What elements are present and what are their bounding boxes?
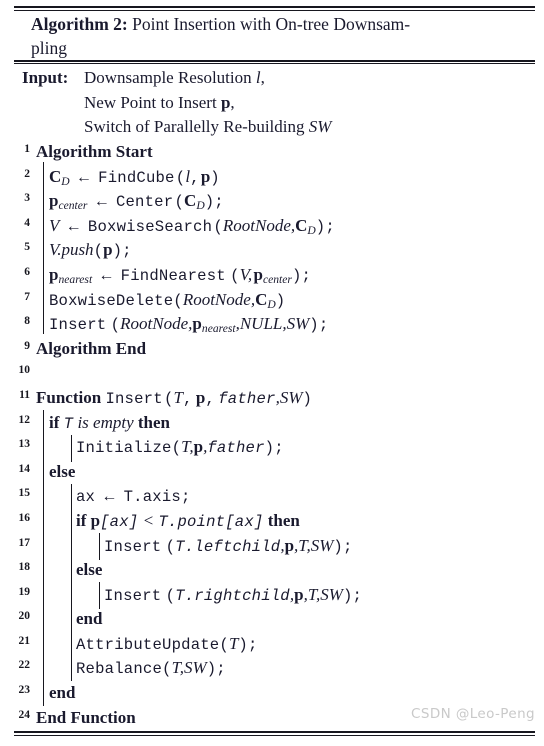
line-content: else: [49, 461, 76, 481]
line-content: Algorithm End: [36, 338, 147, 358]
algorithm-line: 15 ax ← T.axis;: [0, 484, 544, 509]
algorithm-title-label: Algorithm 2:: [31, 14, 128, 34]
line-number: 2: [24, 167, 30, 180]
input-row-2: New Point to Insert p,: [22, 91, 522, 116]
algorithm-title-text-cont: pling: [31, 38, 67, 58]
algorithm-line: 1 Algorithm Start: [0, 140, 544, 165]
algorithm-line: 19 Insert (T.rightchild,p,T,SW);: [0, 583, 544, 608]
algorithm-line: 5 V.push(p);: [0, 238, 544, 263]
input-line-2: New Point to Insert p,: [84, 92, 235, 112]
line-number: 19: [18, 585, 31, 598]
line-number: 23: [18, 684, 31, 697]
algorithm-line: 7 BoxwiseDelete(RootNode,CD): [0, 288, 544, 313]
line-content: Function Insert (T, p, father,SW): [36, 387, 313, 408]
input-line-3: Switch of Parallelly Re-building SW: [84, 117, 332, 136]
line-number: 6: [24, 265, 30, 278]
line-number: 5: [24, 241, 30, 254]
line-content: Algorithm Start: [36, 142, 153, 161]
line-number: 11: [19, 388, 30, 401]
algorithm-line: 20 end: [0, 607, 544, 632]
algorithm-line: 2 CD ← FindCube (l, p): [0, 165, 544, 190]
algorithm-title: Algorithm 2: Point Insertion with On-tre…: [31, 12, 535, 60]
algorithm-body: 1 Algorithm Start 2 CD ← FindCube (l, p)…: [0, 140, 544, 730]
line-content: if T is empty then: [49, 412, 171, 433]
line-number: 24: [18, 708, 31, 721]
watermark: CSDN @Leo-Peng: [411, 706, 535, 722]
line-number: 22: [18, 659, 31, 672]
rule-top-thin: [14, 10, 535, 11]
input-block: Input: Downsample Resolution l, New Point…: [22, 66, 522, 140]
line-content: AttributeUpdate(T);: [76, 633, 258, 654]
line-number: 3: [24, 192, 30, 205]
line-number: 4: [24, 216, 30, 229]
algorithm-line: 21 AttributeUpdate(T);: [0, 632, 544, 657]
input-keyword: Input:: [22, 68, 69, 87]
algorithm-line: 9 Algorithm End: [0, 337, 544, 362]
algorithm-line: 14 else: [0, 460, 544, 485]
line-number: 18: [18, 561, 31, 574]
line-content: Insert (T.rightchild,p,T,SW);: [104, 584, 363, 605]
input-row-1: Input: Downsample Resolution l,: [22, 66, 522, 91]
rule-top-thick: [14, 6, 535, 8]
algorithm-line: 10: [0, 361, 544, 386]
rule-bottom-thick: [14, 731, 535, 733]
algorithm-line: 4 V ← BoxwiseSearch (RootNode,CD);: [0, 214, 544, 239]
line-content: end: [49, 683, 76, 703]
line-number: 14: [18, 462, 31, 475]
algorithm-line: 16 if p[ax] < T.point[ax] then: [0, 509, 544, 534]
line-number: 20: [18, 610, 31, 623]
line-content: End Function: [36, 707, 136, 727]
algorithm-block: Algorithm 2: Point Insertion with On-tre…: [0, 0, 544, 746]
line-number: 7: [24, 290, 30, 303]
line-content: V.push(p);: [49, 240, 132, 261]
line-number: 15: [18, 487, 31, 500]
line-number: 16: [18, 511, 31, 524]
line-number: 8: [24, 315, 30, 328]
line-content: Initialize(T,p,father);: [76, 437, 284, 458]
algorithm-line: 12 if T is empty then: [0, 411, 544, 436]
line-number: 10: [18, 364, 31, 377]
line-number: 13: [18, 438, 31, 451]
input-line-1: Downsample Resolution l,: [84, 68, 265, 87]
line-content: if p[ax] < T.point[ax] then: [76, 510, 300, 531]
algorithm-line: 6 pnearest ← FindNearest (V, pcenter);: [0, 263, 544, 288]
line-content: Insert (T.leftchild,p,T,SW);: [104, 535, 353, 556]
algorithm-line: 11 Function Insert (T, p, father,SW): [0, 386, 544, 411]
algorithm-line: 13 Initialize(T,p,father);: [0, 435, 544, 460]
line-number: 9: [24, 339, 30, 352]
rule-mid-thick: [14, 60, 535, 62]
line-content: else: [76, 560, 103, 580]
algorithm-line: 3 pcenter ← Center (CD);: [0, 189, 544, 214]
rule-mid-thin: [14, 63, 535, 64]
line-number: 12: [18, 413, 31, 426]
line-number: 1: [24, 143, 30, 155]
algorithm-line: 22 Rebalance(T,SW);: [0, 656, 544, 681]
algorithm-title-text: Point Insertion with On-tree Downsam-: [132, 14, 411, 34]
line-number: 17: [18, 536, 31, 549]
line-number: 21: [18, 634, 31, 647]
algorithm-line: 17 Insert (T.leftchild,p,T,SW);: [0, 534, 544, 559]
line-content: end: [76, 609, 103, 629]
input-row-3: Switch of Parallelly Re-building SW: [22, 115, 522, 140]
line-content: ax ← T.axis;: [76, 488, 191, 507]
line-content: Rebalance(T,SW);: [76, 658, 226, 679]
algorithm-line: 8 Insert (RootNode,pnearest,NULL,SW);: [0, 312, 544, 337]
algorithm-line: 23 end: [0, 681, 544, 706]
rule-bottom-thin: [14, 735, 535, 736]
algorithm-line: 18 else: [0, 558, 544, 583]
